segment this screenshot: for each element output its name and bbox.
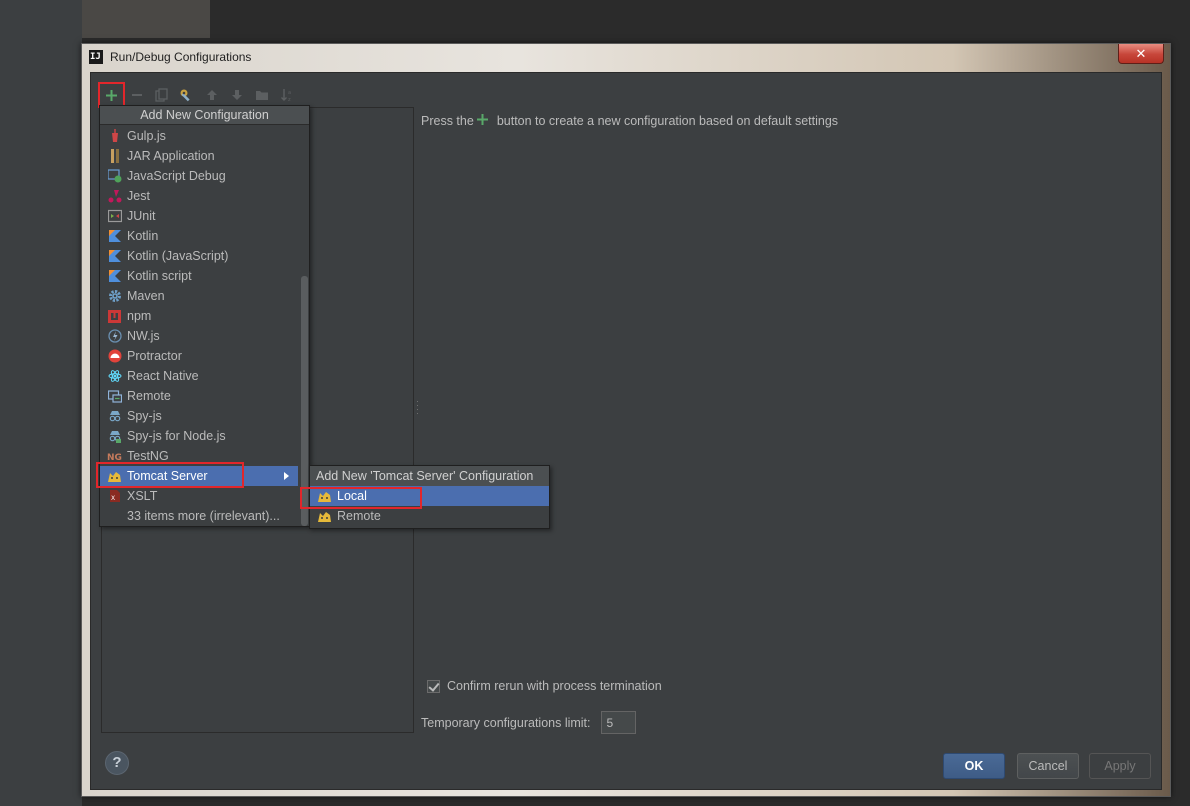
confirm-rerun-label: Confirm rerun with process termination — [447, 679, 662, 693]
menu-item-testng[interactable]: NG TestNG — [100, 446, 298, 466]
apply-button[interactable]: Apply — [1089, 753, 1151, 779]
nwjs-icon — [107, 329, 122, 343]
tomcat-icon — [107, 469, 122, 483]
confirm-rerun-checkbox[interactable] — [427, 679, 440, 693]
gulp-icon — [107, 129, 122, 143]
window-title: Run/Debug Configurations — [110, 50, 252, 64]
menu-list: Gulp.js JAR Application JavaScript Debug… — [100, 126, 298, 526]
add-icon — [106, 89, 117, 101]
svg-text:X: X — [111, 495, 115, 502]
svg-text:a: a — [288, 90, 291, 96]
menu-item-xslt[interactable]: X XSLT — [100, 486, 298, 506]
move-up-button[interactable] — [199, 83, 224, 107]
add-configuration-menu: Add New Configuration Gulp.js JAR Applic… — [99, 105, 310, 527]
wrench-icon — [180, 89, 190, 101]
intellij-app-icon: IJ — [89, 50, 103, 64]
empty-hint: Press the button to create a new configu… — [421, 113, 838, 129]
confirm-rerun-option[interactable]: Confirm rerun with process termination — [427, 679, 662, 693]
junit-icon — [107, 209, 122, 223]
submenu-arrow-icon — [284, 472, 289, 480]
menu-item-nwjs[interactable]: NW.js — [100, 326, 298, 346]
edit-defaults-button[interactable] — [174, 83, 199, 107]
spyjs-node-icon — [107, 429, 122, 443]
menu-item-gulpjs[interactable]: Gulp.js — [100, 126, 298, 146]
arrow-up-icon — [206, 90, 217, 100]
remove-button[interactable] — [124, 83, 149, 107]
menu-item-kotlin-javascript[interactable]: Kotlin (JavaScript) — [100, 246, 298, 266]
menu-item-junit[interactable]: JUnit — [100, 206, 298, 226]
xslt-icon: X — [107, 489, 122, 503]
menu-item-javascript-debug[interactable]: JavaScript Debug — [100, 166, 298, 186]
testng-icon: NG — [107, 449, 122, 463]
menu-item-more[interactable]: 33 items more (irrelevant)... — [100, 506, 298, 526]
menu-item-react-native[interactable]: React Native — [100, 366, 298, 386]
menu-scrollbar[interactable] — [301, 276, 308, 526]
submenu-item-remote[interactable]: Remote — [310, 506, 549, 526]
menu-item-tomcat-server[interactable]: Tomcat Server — [100, 466, 298, 486]
menu-item-maven[interactable]: Maven — [100, 286, 298, 306]
menu-item-protractor[interactable]: Protractor — [100, 346, 298, 366]
menu-item-spyjs[interactable]: Spy-js — [100, 406, 298, 426]
arrow-down-icon — [231, 90, 242, 100]
hint-text-before: Press the — [421, 114, 474, 128]
menu-item-jar-application[interactable]: JAR Application — [100, 146, 298, 166]
submenu-item-local[interactable]: Local — [310, 486, 549, 506]
title-bar[interactable]: IJ Run/Debug Configurations ✕ — [82, 44, 1170, 70]
kotlin-icon — [107, 229, 122, 243]
submenu-header: Add New 'Tomcat Server' Configuration — [310, 466, 549, 486]
add-inline-icon — [476, 113, 489, 129]
close-button[interactable]: ✕ — [1118, 44, 1164, 64]
copy-button[interactable] — [149, 83, 174, 107]
tomcat-remote-icon — [317, 509, 332, 523]
temp-limit-label: Temporary configurations limit: — [421, 715, 591, 730]
hint-text-after: button to create a new configuration bas… — [496, 114, 839, 128]
temp-limit-row: Temporary configurations limit: — [421, 711, 636, 734]
add-button[interactable] — [98, 82, 125, 108]
kotlin-js-icon — [107, 249, 122, 263]
folder-button[interactable] — [249, 83, 274, 107]
ok-button[interactable]: OK — [943, 753, 1005, 779]
svg-text:NG: NG — [107, 453, 122, 462]
remove-icon — [131, 94, 142, 96]
menu-header: Add New Configuration — [100, 106, 309, 125]
splitter-handle[interactable]: · · · · — [416, 397, 420, 418]
sort-button[interactable]: az — [274, 83, 299, 107]
menu-item-jest[interactable]: Jest — [100, 186, 298, 206]
menu-item-npm[interactable]: npm — [100, 306, 298, 326]
react-icon — [107, 369, 122, 383]
copy-icon — [155, 88, 168, 102]
help-button[interactable]: ? — [105, 751, 129, 775]
npm-icon — [107, 309, 122, 323]
jar-icon — [107, 149, 122, 163]
protractor-icon — [107, 349, 122, 363]
menu-item-spyjs-node[interactable]: Spy-js for Node.js — [100, 426, 298, 446]
folder-icon — [255, 91, 268, 100]
js-debug-icon — [107, 169, 122, 183]
svg-text:z: z — [288, 97, 291, 102]
spyjs-icon — [107, 409, 122, 423]
menu-item-kotlin[interactable]: Kotlin — [100, 226, 298, 246]
cancel-button[interactable]: Cancel — [1017, 753, 1079, 779]
move-down-button[interactable] — [224, 83, 249, 107]
menu-item-kotlin-script[interactable]: Kotlin script — [100, 266, 298, 286]
sort-icon: az — [280, 89, 291, 102]
tomcat-local-icon — [317, 489, 332, 503]
tomcat-submenu: Add New 'Tomcat Server' Configuration Lo… — [309, 465, 550, 529]
desktop-left-panel — [0, 0, 82, 806]
maven-gear-icon — [107, 289, 122, 303]
menu-item-remote[interactable]: Remote — [100, 386, 298, 406]
temp-limit-input[interactable] — [600, 711, 636, 734]
remote-icon — [107, 389, 122, 403]
jest-icon — [107, 189, 122, 203]
kotlin-script-icon — [107, 269, 122, 283]
